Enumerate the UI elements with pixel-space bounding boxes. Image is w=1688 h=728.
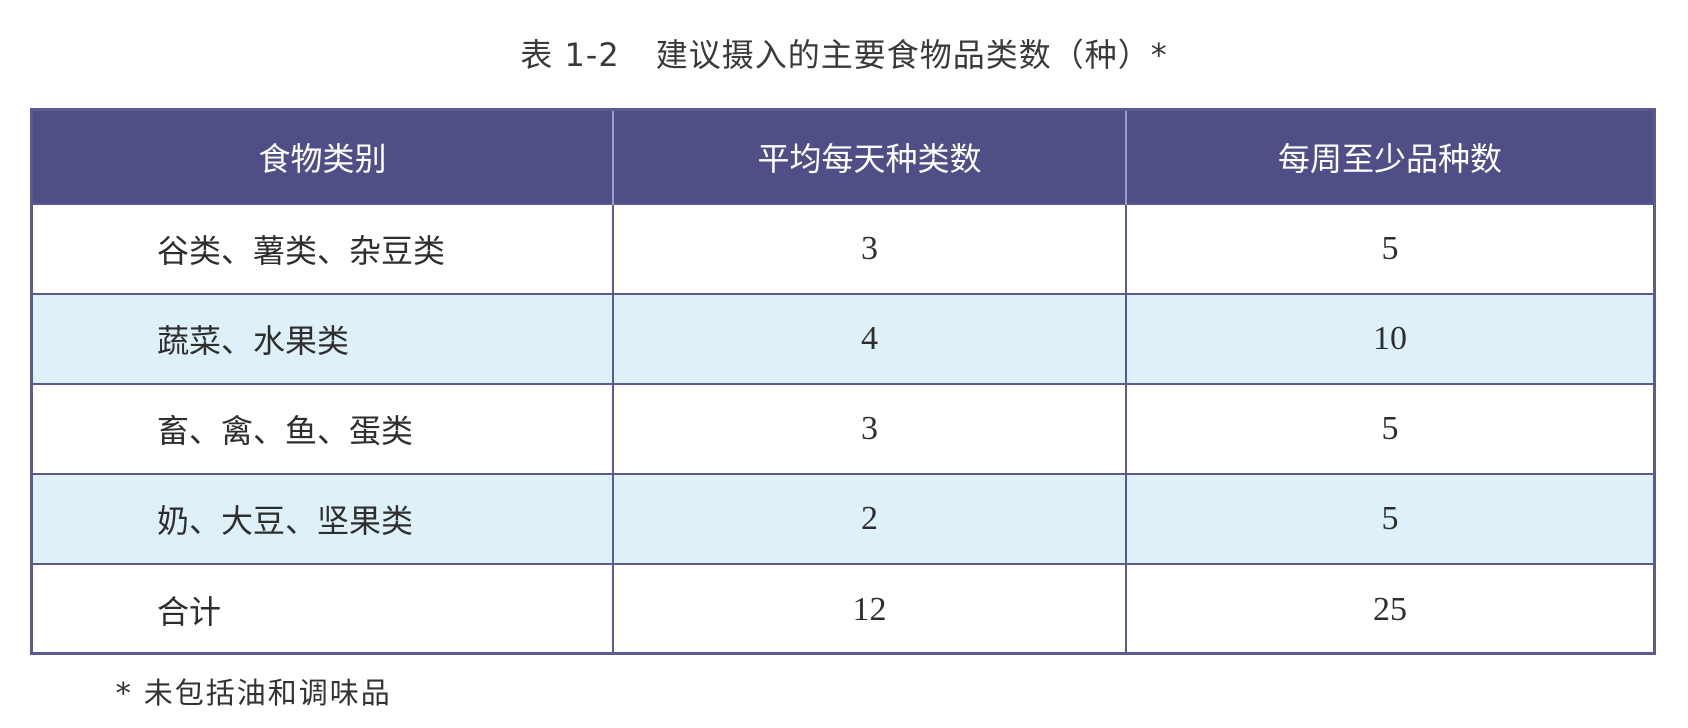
cell-weekly: 5	[1126, 473, 1653, 564]
table-row: 奶、大豆、坚果类 2 5	[33, 473, 1653, 564]
cell-daily: 4	[613, 293, 1127, 384]
cell-daily: 3	[613, 383, 1127, 474]
cell-weekly: 10	[1126, 293, 1653, 384]
table-header: 食物类别 平均每天种类数 每周至少品种数	[33, 111, 1653, 204]
cell-category: 合计	[33, 563, 614, 654]
header-food-category: 食物类别	[33, 111, 614, 204]
table-row: 谷类、薯类、杂豆类 3 5	[33, 203, 1653, 294]
table-title: 建议摄入的主要食物品类数（种）*	[655, 36, 1168, 74]
cell-category: 蔬菜、水果类	[33, 293, 614, 384]
cell-daily: 3	[613, 203, 1127, 294]
cell-weekly: 25	[1126, 563, 1653, 654]
table-row: 畜、禽、鱼、蛋类 3 5	[33, 383, 1653, 474]
header-daily-types: 平均每天种类数	[613, 111, 1127, 204]
cell-category: 畜、禽、鱼、蛋类	[33, 383, 614, 474]
cell-daily: 2	[613, 473, 1127, 564]
table-caption: 表 1-2 建议摄入的主要食物品类数（种）*	[0, 30, 1688, 76]
cell-category: 奶、大豆、坚果类	[33, 473, 614, 564]
cell-weekly: 5	[1126, 383, 1653, 474]
cell-daily: 12	[613, 563, 1127, 654]
food-category-table: 食物类别 平均每天种类数 每周至少品种数 谷类、薯类、杂豆类 3 5 蔬菜、水果…	[33, 111, 1653, 654]
header-weekly-varieties: 每周至少品种数	[1277, 140, 1502, 178]
table-number: 表 1-2	[520, 36, 620, 74]
table-row: 蔬菜、水果类 4 10	[33, 293, 1653, 384]
cell-weekly: 5	[1126, 203, 1653, 294]
cell-category: 谷类、薯类、杂豆类	[33, 203, 614, 294]
header-row: 食物类别 平均每天种类数 每周至少品种数	[33, 111, 1653, 204]
table-row-total: 合计 12 25	[33, 563, 1653, 654]
food-table-container: 食物类别 平均每天种类数 每周至少品种数 谷类、薯类、杂豆类 3 5 蔬菜、水果…	[30, 108, 1656, 655]
table-body: 谷类、薯类、杂豆类 3 5 蔬菜、水果类 4 10 畜、禽、鱼、蛋类 3 5 奶…	[33, 203, 1653, 654]
table-footnote: * 未包括油和调味品	[116, 676, 392, 710]
